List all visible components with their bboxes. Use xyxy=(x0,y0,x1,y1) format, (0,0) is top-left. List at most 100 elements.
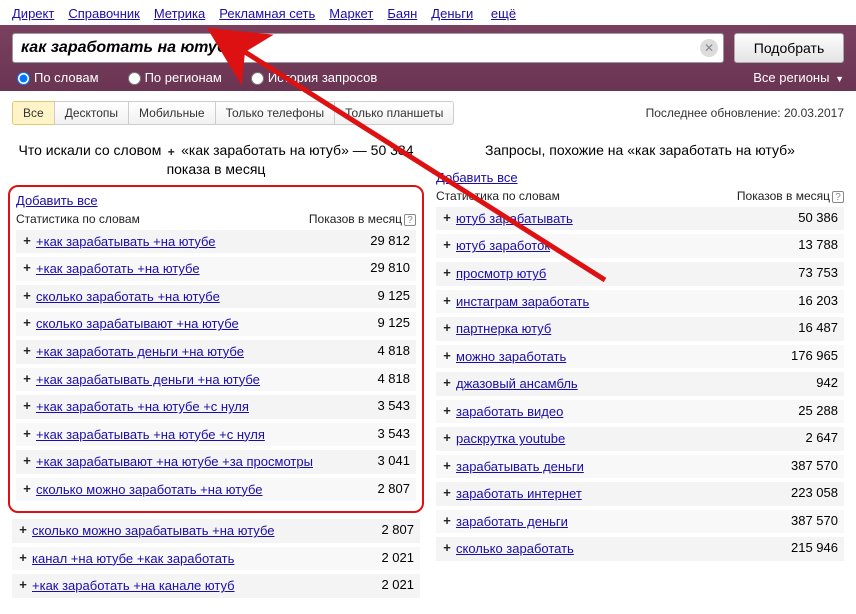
keyword-link[interactable]: заработать видео xyxy=(456,403,774,421)
add-icon[interactable]: + xyxy=(18,260,36,275)
top-nav-link[interactable]: Метрика xyxy=(154,6,205,21)
table-row: +раскрутка youtube2 647 xyxy=(436,427,844,451)
keyword-link[interactable]: сколько можно заработать +на ютубе xyxy=(36,481,346,499)
left-panel: Что искали со словом + «как заработать н… xyxy=(12,137,420,602)
keyword-link[interactable]: ютуб зарабатывать xyxy=(456,210,774,228)
radio-history[interactable]: История запросов xyxy=(246,69,378,85)
keyword-link[interactable]: +как заработать деньги +на ютубе xyxy=(36,343,346,361)
add-icon[interactable]: + xyxy=(438,458,456,473)
add-icon[interactable]: + xyxy=(438,210,456,225)
table-row: ++как зарабатывать +на ютубе29 812 xyxy=(16,230,416,254)
help-icon[interactable]: ? xyxy=(832,191,844,203)
keyword-link[interactable]: сколько заработать +на ютубе xyxy=(36,288,346,306)
add-icon[interactable]: + xyxy=(438,513,456,528)
add-icon[interactable]: + xyxy=(18,233,36,248)
add-icon[interactable]: + xyxy=(14,522,32,537)
last-update: Последнее обновление: 20.03.2017 xyxy=(646,106,844,120)
add-all-right[interactable]: Добавить все xyxy=(436,170,518,185)
keyword-link[interactable]: просмотр ютуб xyxy=(456,265,774,283)
add-icon[interactable]: + xyxy=(14,550,32,565)
top-nav-link[interactable]: Директ xyxy=(12,6,54,21)
keyword-link[interactable]: сколько заработать xyxy=(456,540,774,558)
tab-4[interactable]: Только планшеты xyxy=(334,101,454,125)
add-icon[interactable]: + xyxy=(438,265,456,280)
add-icon[interactable]: + xyxy=(18,371,36,386)
table-row: +сколько заработать215 946 xyxy=(436,537,844,561)
keyword-link[interactable]: зарабатывать деньги xyxy=(456,458,774,476)
count-value: 3 543 xyxy=(346,398,410,413)
tab-1[interactable]: Десктопы xyxy=(54,101,129,125)
add-icon[interactable]: + xyxy=(18,288,36,303)
clear-icon[interactable]: ✕ xyxy=(700,39,718,57)
tab-3[interactable]: Только телефоны xyxy=(215,101,336,125)
search-input[interactable] xyxy=(12,33,724,63)
help-icon[interactable]: ? xyxy=(404,214,416,226)
keyword-link[interactable]: +как заработать +на канале ютуб xyxy=(32,577,350,595)
add-icon[interactable]: + xyxy=(18,426,36,441)
right-panel: Запросы, похожие на «как заработать на ю… xyxy=(436,137,844,602)
radio-by-regions[interactable]: По регионам xyxy=(123,69,222,85)
add-icon[interactable]: + xyxy=(438,348,456,363)
add-icon[interactable]: + xyxy=(438,237,456,252)
tab-0[interactable]: Все xyxy=(12,101,55,125)
add-icon[interactable]: + xyxy=(18,481,36,496)
count-value: 16 487 xyxy=(774,320,838,335)
keyword-link[interactable]: +как зарабатывают +на ютубе +за просмотр… xyxy=(36,453,346,471)
add-all-left[interactable]: Добавить все xyxy=(16,193,98,208)
table-row: ++как зарабатывать деньги +на ютубе4 818 xyxy=(16,368,416,392)
top-nav-link[interactable]: Баян xyxy=(387,6,417,21)
count-value: 215 946 xyxy=(774,540,838,555)
keyword-link[interactable]: +как зарабатывать +на ютубе xyxy=(36,233,346,251)
add-icon[interactable]: + xyxy=(18,453,36,468)
keyword-link[interactable]: канал +на ютубе +как заработать xyxy=(32,550,350,568)
top-nav-link[interactable]: Справочник xyxy=(68,6,140,21)
top-nav-more[interactable]: ещё xyxy=(491,6,516,21)
count-value: 3 543 xyxy=(346,426,410,441)
count-value: 2 807 xyxy=(346,481,410,496)
highlight-box: Добавить все Статистика по словам Показо… xyxy=(8,185,424,513)
count-value: 29 812 xyxy=(346,233,410,248)
add-icon[interactable]: + xyxy=(438,375,456,390)
submit-button[interactable]: Подобрать xyxy=(734,33,844,63)
keyword-link[interactable]: +как заработать +на ютубе +с нуля xyxy=(36,398,346,416)
keyword-link[interactable]: раскрутка youtube xyxy=(456,430,774,448)
count-value: 942 xyxy=(774,375,838,390)
keyword-link[interactable]: заработать интернет xyxy=(456,485,774,503)
add-icon[interactable]: + xyxy=(438,485,456,500)
top-nav-link[interactable]: Маркет xyxy=(329,6,373,21)
table-row: +просмотр ютуб73 753 xyxy=(436,262,844,286)
add-icon[interactable]: + xyxy=(438,430,456,445)
keyword-link[interactable]: +как зарабатывать +на ютубе +с нуля xyxy=(36,426,346,444)
keyword-link[interactable]: сколько можно зарабатывать +на ютубе xyxy=(32,522,350,540)
top-nav-link[interactable]: Рекламная сеть xyxy=(219,6,315,21)
add-icon[interactable]: + xyxy=(18,343,36,358)
keyword-link[interactable]: +как зарабатывать деньги +на ютубе xyxy=(36,371,346,389)
keyword-link[interactable]: +как заработать +на ютубе xyxy=(36,260,346,278)
count-value: 2 807 xyxy=(350,522,414,537)
keyword-link[interactable]: заработать деньги xyxy=(456,513,774,531)
keyword-link[interactable]: сколько зарабатывают +на ютубе xyxy=(36,315,346,333)
tab-2[interactable]: Мобильные xyxy=(128,101,216,125)
add-icon[interactable]: + xyxy=(438,293,456,308)
add-icon[interactable]: + xyxy=(438,320,456,335)
keyword-link[interactable]: ютуб заработок xyxy=(456,237,774,255)
add-icon[interactable]: + xyxy=(438,540,456,555)
top-nav-link[interactable]: Деньги xyxy=(431,6,473,21)
keyword-link[interactable]: джазовый ансамбль xyxy=(456,375,774,393)
count-value: 176 965 xyxy=(774,348,838,363)
all-regions-dropdown[interactable]: Все регионы ▼ xyxy=(753,70,844,85)
add-icon[interactable]: + xyxy=(18,315,36,330)
keyword-link[interactable]: инстаграм заработать xyxy=(456,293,774,311)
radio-by-words[interactable]: По словам xyxy=(12,69,99,85)
keyword-link[interactable]: партнерка ютуб xyxy=(456,320,774,338)
add-icon[interactable]: + xyxy=(438,403,456,418)
table-row: ++как зарабатывать +на ютубе +с нуля3 54… xyxy=(16,423,416,447)
table-row: +инстаграм заработать16 203 xyxy=(436,290,844,314)
add-icon[interactable]: + xyxy=(14,577,32,592)
table-row: ++как зарабатывают +на ютубе +за просмот… xyxy=(16,450,416,474)
table-row: +ютуб зарабатывать50 386 xyxy=(436,207,844,231)
keyword-link[interactable]: можно заработать xyxy=(456,348,774,366)
table-row: +заработать интернет223 058 xyxy=(436,482,844,506)
count-value: 223 058 xyxy=(774,485,838,500)
add-icon[interactable]: + xyxy=(18,398,36,413)
